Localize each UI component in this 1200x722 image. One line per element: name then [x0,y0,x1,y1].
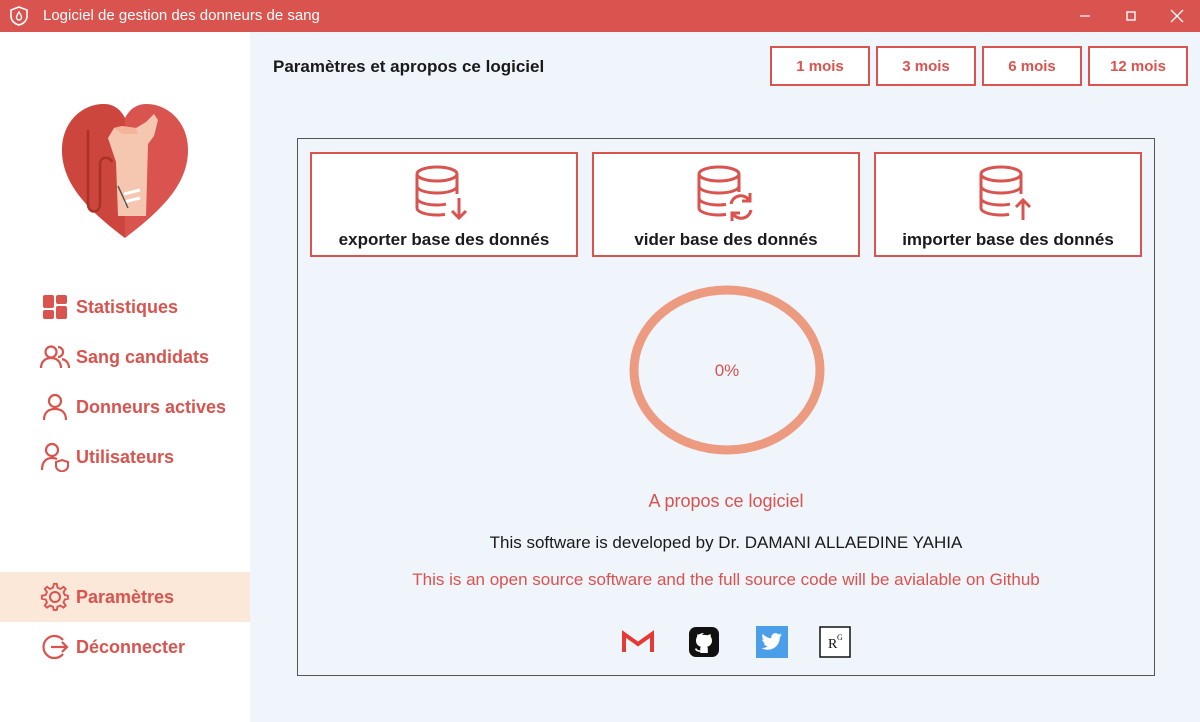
sidebar-item-parametres[interactable]: Paramètres [0,572,250,622]
gear-icon [40,582,70,612]
sidebar-item-label: Sang candidats [76,346,210,367]
progress-label: 0% [714,361,740,380]
period-1-month-button[interactable]: 1 mois [770,46,870,86]
sidebar-item-statistiques[interactable]: Statistiques [0,282,250,332]
sidebar: Statistiques Sang candidats Donneurs act… [0,32,250,722]
minimize-button[interactable] [1062,0,1108,32]
sidebar-item-sang-candidats[interactable]: Sang candidats [0,332,250,382]
clear-database-label: vider base des donnés [634,230,818,249]
period-12-months-button[interactable]: 12 mois [1088,46,1188,86]
person-icon [40,392,70,422]
sidebar-item-utilisateurs[interactable]: Utilisateurs [0,432,250,482]
dashboard-icon [40,292,70,322]
people-icon [40,342,70,372]
researchgate-link[interactable]: R G [818,625,852,659]
sidebar-item-label: Statistiques [76,296,179,317]
clear-database-button[interactable]: vider base des donnés [592,152,860,257]
about-open-source: This is an open source software and the … [412,570,1040,589]
sidebar-item-label: Paramètres [76,586,175,607]
gmail-icon [622,630,654,652]
period-3-months-button[interactable]: 3 mois [876,46,976,86]
user-shield-icon [40,442,70,472]
period-6-months-button[interactable]: 6 mois [982,46,1082,86]
github-icon [689,627,719,657]
database-import-icon [979,165,1032,220]
sidebar-item-deconnecter[interactable]: Déconnecter [0,622,250,672]
database-refresh-icon [697,165,753,221]
maximize-button[interactable] [1108,0,1154,32]
close-button[interactable] [1154,0,1200,32]
maximize-icon [1126,11,1136,21]
twitter-link[interactable] [755,625,789,659]
import-database-label: importer base des donnés [902,230,1114,249]
logout-icon [40,632,70,662]
gmail-link[interactable] [621,625,655,659]
window-title: Logiciel de gestion des donneurs de sang [43,7,320,24]
svg-text:G: G [837,633,843,642]
import-database-button[interactable]: importer base des donnés [874,152,1142,257]
github-link[interactable] [687,625,721,659]
blood-drop-shield-icon [10,6,28,26]
twitter-icon [756,626,788,658]
minimize-icon [1080,15,1090,17]
sidebar-item-donneurs-actives[interactable]: Donneurs actives [0,382,250,432]
export-database-label: exporter base des donnés [338,230,550,249]
sidebar-item-label: Déconnecter [76,636,186,657]
close-icon [1170,9,1184,23]
settings-panel: exporter base des donnés vider base des … [297,138,1155,676]
app-logo-heart-arm [62,104,188,238]
researchgate-icon: R G [819,626,851,658]
about-title: A propos ce logiciel [648,491,804,511]
sidebar-item-label: Utilisateurs [76,446,175,467]
database-export-icon [415,165,468,221]
page-title: Paramètres et apropos ce logiciel [273,57,545,76]
sidebar-item-label: Donneurs actives [76,396,227,417]
export-database-button[interactable]: exporter base des donnés [310,152,578,257]
title-bar: Logiciel de gestion des donneurs de sang [0,0,1200,32]
about-developer: This software is developed by Dr. DAMANI… [489,533,963,552]
